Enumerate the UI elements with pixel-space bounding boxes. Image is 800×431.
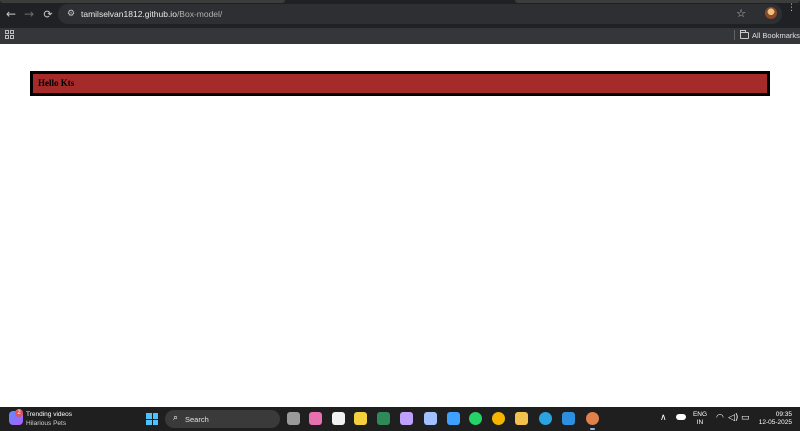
chevron-up-icon[interactable]: ∧ xyxy=(660,413,667,423)
clock-time: 09:35 xyxy=(775,411,792,418)
apps-grid-cell xyxy=(10,35,14,39)
widget-badge: 2 xyxy=(15,409,23,417)
bookmarks-bar xyxy=(0,28,800,44)
site-info-icon[interactable]: ⚙ xyxy=(65,8,77,20)
taskbar: 2 Trending videos Hilarious Pets ⌕ Searc… xyxy=(0,407,800,431)
bookmarks-divider xyxy=(734,30,735,40)
menu-dots-icon[interactable]: ⋮ xyxy=(787,4,796,20)
sticky-notes-icon[interactable] xyxy=(354,412,367,425)
language-bottom: IN xyxy=(696,419,704,426)
widgets-news[interactable]: Trending videos Hilarious Pets xyxy=(26,410,72,428)
widget-subtitle: Hilarious Pets xyxy=(26,420,67,427)
url-text[interactable]: tamilselvan1812.github.io/Box-model/ xyxy=(81,8,222,20)
widget-title: Trending videos xyxy=(26,411,73,418)
reload-icon[interactable]: ⟳ xyxy=(39,5,57,23)
clock[interactable]: 09:35 12-05-2025 xyxy=(752,411,792,427)
address-bar[interactable]: ⚙ tamilselvan1812.github.io/Box-model/ ☆ xyxy=(58,4,782,24)
file-explorer-icon[interactable] xyxy=(515,412,528,425)
whatsapp-icon[interactable] xyxy=(469,412,482,425)
profile-avatar[interactable] xyxy=(765,7,777,19)
app-a-icon[interactable] xyxy=(400,412,413,425)
clock-date: 12-05-2025 xyxy=(758,419,792,426)
tab-strip-right xyxy=(515,0,800,3)
chrome-icon[interactable] xyxy=(492,412,505,425)
start-button[interactable] xyxy=(146,413,158,425)
copilot-icon[interactable] xyxy=(309,412,322,425)
box-model-div: Hello Kts xyxy=(30,71,770,96)
battery-icon[interactable]: ▭ xyxy=(741,413,750,423)
windows-logo-pane xyxy=(146,419,152,425)
cloud-icon[interactable] xyxy=(676,414,686,420)
browser-toolbar: ← → ⟳ ⚙ tamilselvan1812.github.io/Box-mo… xyxy=(0,0,800,28)
apps-grid-cell xyxy=(5,35,9,39)
volume-icon[interactable]: ◁) xyxy=(728,413,738,423)
url-host: tamilselvan1812.github.io xyxy=(81,9,177,19)
url-path: /Box-model/ xyxy=(176,9,223,19)
all-bookmarks-button[interactable]: All Bookmarks xyxy=(740,29,800,41)
wifi-icon[interactable]: ◠ xyxy=(716,413,724,423)
taskbar-search[interactable]: ⌕ Search xyxy=(165,410,280,428)
language-indicator[interactable]: ENG IN xyxy=(692,411,708,427)
folder-icon xyxy=(740,29,749,39)
search-icon: ⌕ xyxy=(173,413,179,423)
all-bookmarks-label: All Bookmarks xyxy=(752,30,800,40)
box-text: Hello Kts xyxy=(38,78,75,88)
notepad-blue-icon[interactable] xyxy=(447,412,460,425)
vscode-icon[interactable] xyxy=(562,412,575,425)
chrome-dev-icon[interactable] xyxy=(586,412,599,430)
apps-grid-cell xyxy=(10,30,14,34)
tab-strip-left xyxy=(0,0,285,3)
apps-grid-cell xyxy=(5,30,9,34)
forward-arrow-icon[interactable]: → xyxy=(20,5,38,23)
telegram-icon[interactable] xyxy=(539,412,552,425)
excel-file-icon[interactable] xyxy=(377,412,390,425)
windows-logo-pane xyxy=(152,413,158,419)
bookmark-star-icon[interactable]: ☆ xyxy=(736,7,746,20)
page-viewport: Hello Kts xyxy=(0,44,800,407)
search-label: Search xyxy=(185,415,209,424)
language-top: ENG xyxy=(692,411,708,418)
apps-grid-icon[interactable] xyxy=(5,30,14,39)
windows-logo-pane xyxy=(146,413,152,419)
windows-logo-pane xyxy=(152,419,158,425)
back-arrow-icon[interactable]: ← xyxy=(2,5,20,23)
notepad-icon[interactable] xyxy=(332,412,345,425)
app-b-icon[interactable] xyxy=(424,412,437,425)
task-view-icon[interactable] xyxy=(287,412,300,425)
